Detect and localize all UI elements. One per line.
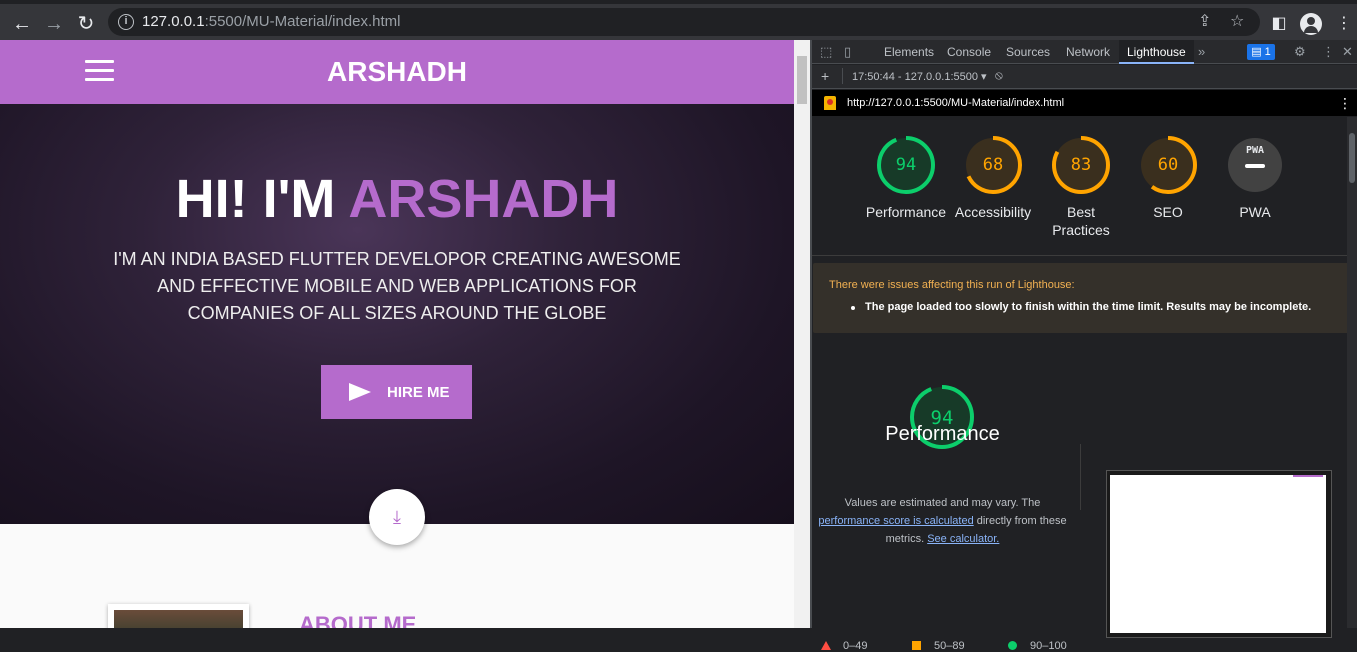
- gauge-label[interactable]: Accessibility: [943, 203, 1043, 221]
- side-panel-icon[interactable]: ◧: [1265, 10, 1293, 38]
- about-title: ABOUT ME: [299, 612, 417, 628]
- legend-fail: 0–49: [821, 640, 867, 652]
- hire-me-label: HIRE ME: [387, 384, 450, 401]
- gauge-label[interactable]: SEO: [1118, 203, 1218, 221]
- forward-icon[interactable]: →: [40, 10, 68, 38]
- about-photo: [108, 604, 249, 628]
- lighthouse-report: 94 Performance 68 Accessibility 83 Best Practi…: [812, 117, 1349, 652]
- gauge-best-practices[interactable]: 83: [1051, 135, 1111, 195]
- warning-item: The page loaded too slowly to finish wit…: [850, 301, 1312, 313]
- final-screenshot-thumbnail[interactable]: [1106, 470, 1332, 638]
- close-icon[interactable]: ✕: [1342, 44, 1353, 60]
- gauge-score: 94: [895, 155, 917, 175]
- browser-toolbar: ← → ↻ i 127.0.0.1:5500/MU-Material/index…: [0, 0, 1357, 40]
- site-header: ARSHADH: [0, 40, 794, 104]
- pwa-badge-text: PWA: [1245, 145, 1265, 156]
- issues-badge[interactable]: ▤ 1: [1247, 44, 1275, 60]
- gauge-label[interactable]: PWA: [1205, 203, 1305, 221]
- gauge-score: 83: [1070, 155, 1092, 175]
- clear-reports-icon[interactable]: ⦸: [995, 68, 1003, 83]
- send-icon: [349, 383, 371, 401]
- gauge-seo[interactable]: 60: [1138, 135, 1198, 195]
- website-viewport: ARSHADH HI! I'M ARSHADH I'M AN INDIA BAS…: [0, 40, 794, 628]
- new-report-icon[interactable]: +: [821, 68, 829, 84]
- hero-section: HI! I'M ARSHADH I'M AN INDIA BASED FLUTT…: [0, 104, 794, 524]
- chrome-menu-icon[interactable]: ⋮: [1330, 10, 1357, 38]
- gauge-accessibility[interactable]: 68: [963, 135, 1023, 195]
- tab-elements[interactable]: Elements: [876, 40, 942, 64]
- address-bar[interactable]: i 127.0.0.1:5500/MU-Material/index.html …: [108, 8, 1260, 36]
- inspect-element-icon[interactable]: ⬚: [820, 44, 832, 60]
- performance-description: Values are estimated and may vary. The p…: [818, 497, 1067, 545]
- pwa-dash-icon: [1245, 164, 1265, 168]
- calculator-link[interactable]: See calculator.: [927, 533, 999, 545]
- site-info-icon[interactable]: i: [118, 14, 134, 30]
- gauge-score: PWA: [1225, 135, 1285, 168]
- report-url[interactable]: http://127.0.0.1:5500/MU-Material/index.…: [847, 97, 1064, 109]
- gauge-label[interactable]: Performance: [856, 203, 956, 221]
- legend-pass: 90–100: [1008, 640, 1067, 652]
- lighthouse-toolbar: + 17:50:44 - 127.0.0.1:5500 ▾ ⦸: [812, 65, 1357, 89]
- hero-title-name: ARSHADH: [348, 169, 619, 229]
- gauge-performance[interactable]: 94: [876, 135, 936, 195]
- report-selector[interactable]: 17:50:44 - 127.0.0.1:5500 ▾: [852, 70, 987, 83]
- settings-gear-icon[interactable]: ⚙: [1294, 44, 1306, 60]
- bookmark-star-icon[interactable]: ☆: [1230, 11, 1244, 33]
- devtools-menu-icon[interactable]: ⋮: [1322, 44, 1335, 60]
- scroll-down-button[interactable]: ⤓: [369, 489, 425, 545]
- hire-me-button[interactable]: HIRE ME: [321, 365, 472, 419]
- tab-console[interactable]: Console: [939, 40, 999, 64]
- performance-score-link[interactable]: performance score is calculated: [818, 515, 973, 527]
- hero-title-prefix: HI! I'M: [175, 169, 349, 229]
- share-icon[interactable]: ⇪: [1198, 11, 1211, 33]
- site-scrollbar[interactable]: [794, 40, 810, 628]
- gauge-pwa[interactable]: PWA: [1225, 135, 1285, 195]
- warning-box: There were issues affecting this run of …: [813, 263, 1349, 333]
- gauge-label[interactable]: Best Practices: [1031, 203, 1131, 239]
- performance-title: Performance: [885, 423, 1000, 445]
- device-toolbar-icon[interactable]: ▯: [844, 44, 851, 60]
- back-icon[interactable]: ←: [8, 10, 36, 38]
- tab-network[interactable]: Network: [1058, 40, 1118, 64]
- legend-average: 50–89: [912, 640, 965, 652]
- address-url[interactable]: 127.0.0.1:5500/MU-Material/index.html: [142, 13, 400, 30]
- average-square-icon: [912, 641, 921, 650]
- warning-title: There were issues affecting this run of …: [829, 279, 1075, 291]
- profile-avatar[interactable]: [1300, 13, 1322, 35]
- hero-title: HI! I'M ARSHADH: [0, 168, 794, 230]
- pass-circle-icon: [1008, 641, 1017, 650]
- tab-lighthouse[interactable]: Lighthouse: [1119, 40, 1194, 64]
- gauge-score: 60: [1157, 155, 1179, 175]
- reload-icon[interactable]: ↻: [72, 10, 100, 38]
- download-arrow-icon: ⤓: [393, 507, 401, 527]
- url-path: :5500/MU-Material/index.html: [204, 13, 401, 30]
- devtools-tabbar: ⬚ ▯ Elements Console Sources Network Lig…: [812, 40, 1357, 64]
- more-tabs-icon[interactable]: »: [1198, 44, 1205, 59]
- gauge-score: 68: [982, 155, 1004, 175]
- devtools-scrollbar[interactable]: [1347, 117, 1357, 628]
- tab-sources[interactable]: Sources: [998, 40, 1058, 64]
- report-menu-icon[interactable]: ⋮: [1338, 95, 1352, 112]
- site-brand[interactable]: ARSHADH: [0, 56, 794, 88]
- lighthouse-logo-icon: [824, 96, 836, 110]
- url-host: 127.0.0.1: [142, 13, 205, 30]
- hero-subtitle: I'M AN INDIA BASED FLUTTER DEVELOPOR CRE…: [113, 249, 681, 323]
- devtools-panel: ⬚ ▯ Elements Console Sources Network Lig…: [812, 40, 1357, 652]
- fail-triangle-icon: [821, 641, 831, 650]
- report-url-bar: http://127.0.0.1:5500/MU-Material/index.…: [812, 90, 1357, 116]
